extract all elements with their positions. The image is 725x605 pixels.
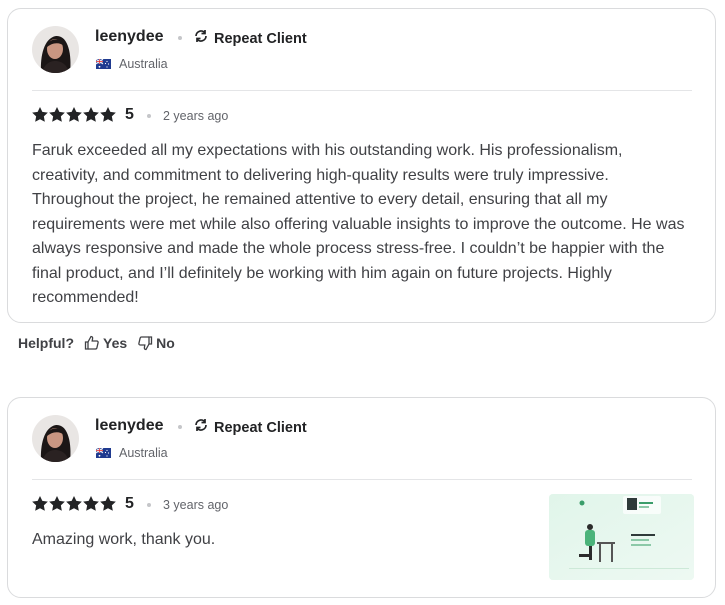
review-comment: Faruk exceeded all my expectations with … <box>32 142 685 306</box>
helpful-no-button[interactable]: No <box>137 335 175 351</box>
australia-flag-icon <box>96 59 111 69</box>
star-icon <box>49 107 65 122</box>
review-card: leenydee Repeat Client Australia <box>7 8 716 323</box>
divider <box>32 479 692 480</box>
avatar[interactable] <box>32 415 79 462</box>
username[interactable]: leenydee <box>95 28 163 46</box>
star-icon <box>66 107 82 122</box>
star-icon <box>32 496 48 511</box>
repeat-client-badge: Repeat Client <box>193 28 307 49</box>
star-icon <box>83 496 99 511</box>
star-rating <box>32 107 116 122</box>
review-time: 2 years ago <box>163 109 229 123</box>
thumbs-up-icon <box>84 335 100 351</box>
helpful-yes-button[interactable]: Yes <box>84 335 127 351</box>
star-icon <box>83 107 99 122</box>
country-label: Australia <box>119 446 168 460</box>
rating-value: 5 <box>125 106 134 123</box>
divider <box>32 90 692 91</box>
repeat-icon <box>193 417 209 438</box>
separator-dot <box>147 503 151 507</box>
review-time: 3 years ago <box>163 498 229 512</box>
rating-value: 5 <box>125 495 134 512</box>
star-rating <box>32 496 116 511</box>
avatar[interactable] <box>32 26 79 73</box>
repeat-client-badge: Repeat Client <box>193 417 307 438</box>
username[interactable]: leenydee <box>95 417 163 435</box>
no-label: No <box>156 335 175 351</box>
review-comment: Amazing work, thank you. <box>32 531 216 548</box>
australia-flag-icon <box>96 448 111 458</box>
star-icon <box>49 496 65 511</box>
star-icon <box>100 107 116 122</box>
review-card: leenydee Repeat Client Australia <box>7 397 716 598</box>
star-icon <box>32 107 48 122</box>
star-icon <box>100 496 116 511</box>
badge-label: Repeat Client <box>214 419 307 436</box>
badge-label: Repeat Client <box>214 30 307 47</box>
delivery-image-thumbnail[interactable] <box>549 494 694 580</box>
country-label: Australia <box>119 57 168 71</box>
helpful-bar: Helpful? Yes No <box>18 335 185 351</box>
yes-label: Yes <box>103 335 128 351</box>
star-icon <box>66 496 82 511</box>
separator-dot <box>147 114 151 118</box>
separator-dot <box>178 425 182 429</box>
repeat-icon <box>193 28 209 49</box>
thumbs-down-icon <box>137 335 153 351</box>
helpful-label: Helpful? <box>18 335 74 351</box>
separator-dot <box>178 36 182 40</box>
